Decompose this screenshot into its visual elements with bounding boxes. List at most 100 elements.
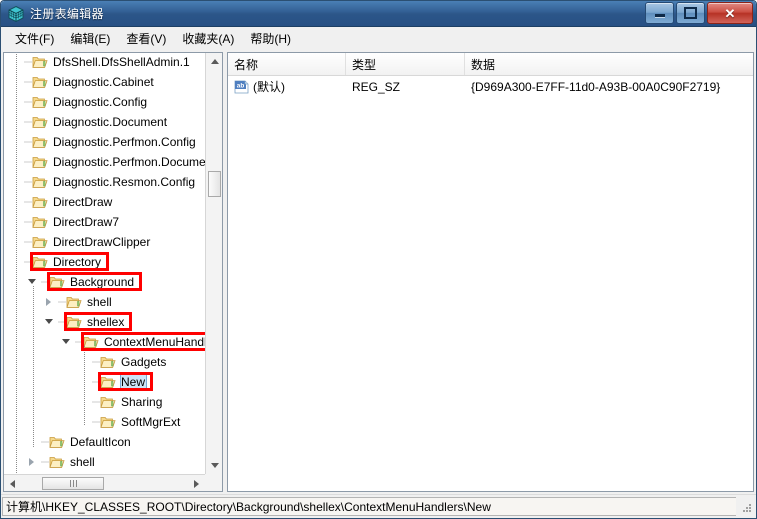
title-bar: 注册表编辑器 ✕ <box>1 1 756 27</box>
tree-item-dfsshell-dfsshelladmin-1[interactable]: DfsShell.DfsShellAdmin.1 <box>4 53 205 72</box>
expand-collapse-closed-icon[interactable] <box>42 292 58 312</box>
tree-item-new[interactable]: New <box>4 372 205 392</box>
tree-item-label: ContextMenuHandlers <box>104 335 205 349</box>
close-button[interactable]: ✕ <box>707 2 753 24</box>
tree-horizontal-scrollbar[interactable] <box>4 474 205 491</box>
tree-item-label: Diagnostic.Cabinet <box>53 75 154 89</box>
registry-tree: DfsShell.DfsShellAdmin.1 Diagnostic.Cabin… <box>4 53 205 474</box>
tree-item-diagnostic-document[interactable]: Diagnostic.Document <box>4 112 205 132</box>
tree-item-defaulticon[interactable]: DefaultIcon <box>4 432 205 452</box>
folder-icon <box>100 355 116 369</box>
tree-item-directdraw[interactable]: DirectDraw <box>4 192 205 212</box>
tree-item-background[interactable]: Background <box>4 272 205 292</box>
minimize-icon <box>654 14 665 17</box>
menu-view[interactable]: 查看(V) <box>118 27 174 51</box>
menu-help[interactable]: 帮助(H) <box>242 27 299 51</box>
column-header-type[interactable]: 类型 <box>346 53 465 75</box>
tree-item-label: Diagnostic.Config <box>53 95 148 109</box>
folder-icon <box>32 255 48 269</box>
values-list-row[interactable]: ab (默认) REG_SZ {D969A300-E7FF-11d0-A93B-00A… <box>228 76 753 97</box>
tree-item-shellex[interactable]: shellex <box>4 312 205 332</box>
tree-item-diagnostic-resmon-config[interactable]: Diagnostic.Resmon.Config <box>4 172 205 192</box>
value-type-cell: REG_SZ <box>352 79 401 94</box>
tree-connector <box>24 132 32 152</box>
tree-item-label: Diagnostic.Perfmon.Config <box>53 135 196 149</box>
tree-item-sharing[interactable]: Sharing <box>4 392 205 412</box>
registry-editor-icon <box>7 5 25 23</box>
status-bar: 计算机\HKEY_CLASSES_ROOT\Directory\Backgrou… <box>1 494 756 518</box>
tree-connector <box>24 92 32 112</box>
expand-collapse-open-icon[interactable] <box>59 332 75 352</box>
tree-item-label: DirectDraw <box>53 195 113 209</box>
tree-item-diagnostic-config[interactable]: Diagnostic.Config <box>4 92 205 112</box>
folder-icon <box>32 95 48 109</box>
folder-icon <box>32 175 48 189</box>
scroll-down-icon <box>210 463 219 468</box>
tree-item-label: shellex <box>87 315 125 329</box>
tree-item-contextmenuhandlers[interactable]: ContextMenuHandlers <box>4 332 205 352</box>
tree-guide-line <box>16 53 17 474</box>
tree-connector <box>92 352 100 372</box>
tree-item-diagnostic-perfmon-documen[interactable]: Diagnostic.Perfmon.Documen <box>4 152 205 172</box>
tree-item-gadgets[interactable]: Gadgets <box>4 352 205 372</box>
main-content: DfsShell.DfsShellAdmin.1 Diagnostic.Cabin… <box>3 52 754 492</box>
tree-item-shell[interactable]: shell <box>4 452 205 472</box>
folder-icon <box>32 75 48 89</box>
tree-item-directory[interactable]: Directory <box>4 252 205 272</box>
window-title: 注册表编辑器 <box>30 7 104 21</box>
tree-connector <box>24 152 32 172</box>
maximize-icon <box>684 7 697 19</box>
folder-icon <box>32 115 48 129</box>
tree-item-directdraw7[interactable]: DirectDraw7 <box>4 212 205 232</box>
menu-favorites[interactable]: 收藏夹(A) <box>174 27 242 51</box>
tree-item-directdrawclipper[interactable]: DirectDrawClipper <box>4 232 205 252</box>
menu-file[interactable]: 文件(F) <box>7 27 62 51</box>
tree-connector <box>24 232 32 252</box>
folder-icon <box>32 155 48 169</box>
scroll-up-button[interactable] <box>206 53 222 70</box>
tree-item-diagnostic-cabinet[interactable]: Diagnostic.Cabinet <box>4 72 205 92</box>
tree-vscroll-thumb[interactable] <box>208 171 221 197</box>
folder-icon <box>32 235 48 249</box>
column-header-data[interactable]: 数据 <box>465 53 753 75</box>
expand-collapse-open-icon[interactable] <box>42 312 58 332</box>
tree-connector <box>41 432 49 452</box>
tree-item-label: Diagnostic.Resmon.Config <box>53 175 196 189</box>
tree-connector <box>75 332 83 352</box>
tree-item-label: shell <box>70 455 95 469</box>
registry-editor-window: 注册表编辑器 ✕ 文件(F) 编辑(E) 查看(V) 收藏夹(A) 帮助(H) … <box>0 0 757 519</box>
tree-item-label: Directory <box>53 255 102 269</box>
tree-item-label: Background <box>70 275 135 289</box>
tree-connector <box>24 252 32 272</box>
value-name-text: (默认) <box>253 80 285 94</box>
tree-hscroll-thumb[interactable] <box>42 477 104 490</box>
menu-edit[interactable]: 编辑(E) <box>62 27 118 51</box>
scroll-left-button[interactable] <box>4 475 21 491</box>
expand-collapse-closed-icon[interactable] <box>25 452 41 472</box>
folder-icon <box>100 415 116 429</box>
folder-icon <box>66 315 82 329</box>
column-header-name[interactable]: 名称 <box>228 53 346 75</box>
minimize-button[interactable] <box>645 2 674 24</box>
close-icon: ✕ <box>724 5 736 21</box>
folder-icon <box>100 395 116 409</box>
tree-item-shell[interactable]: shell <box>4 292 205 312</box>
tree-item-label: DfsShell.DfsShellAdmin.1 <box>53 55 190 69</box>
tree-item-softmgrext[interactable]: SoftMgrExt <box>4 412 205 432</box>
tree-connector <box>41 452 49 472</box>
scroll-down-button[interactable] <box>206 457 222 474</box>
values-list-body: ab (默认) REG_SZ {D969A300-E7FF-11d0-A93B-00A… <box>228 76 753 97</box>
folder-icon <box>32 135 48 149</box>
registry-values-pane: 名称 类型 数据 ab (默认) REG_SZ {D969A300-E7FF-11d0… <box>227 52 754 492</box>
scrollbar-corner <box>205 474 222 491</box>
folder-icon <box>49 455 65 469</box>
tree-vertical-scrollbar[interactable] <box>205 53 222 474</box>
tree-item-label: SoftMgrExt <box>121 415 181 429</box>
tree-connector <box>24 72 32 92</box>
scroll-right-icon <box>194 479 199 488</box>
maximize-button[interactable] <box>676 2 705 24</box>
scroll-right-button[interactable] <box>188 475 205 491</box>
resize-grip-icon[interactable] <box>738 499 754 515</box>
scroll-up-icon <box>210 59 219 64</box>
tree-item-diagnostic-perfmon-config[interactable]: Diagnostic.Perfmon.Config <box>4 132 205 152</box>
